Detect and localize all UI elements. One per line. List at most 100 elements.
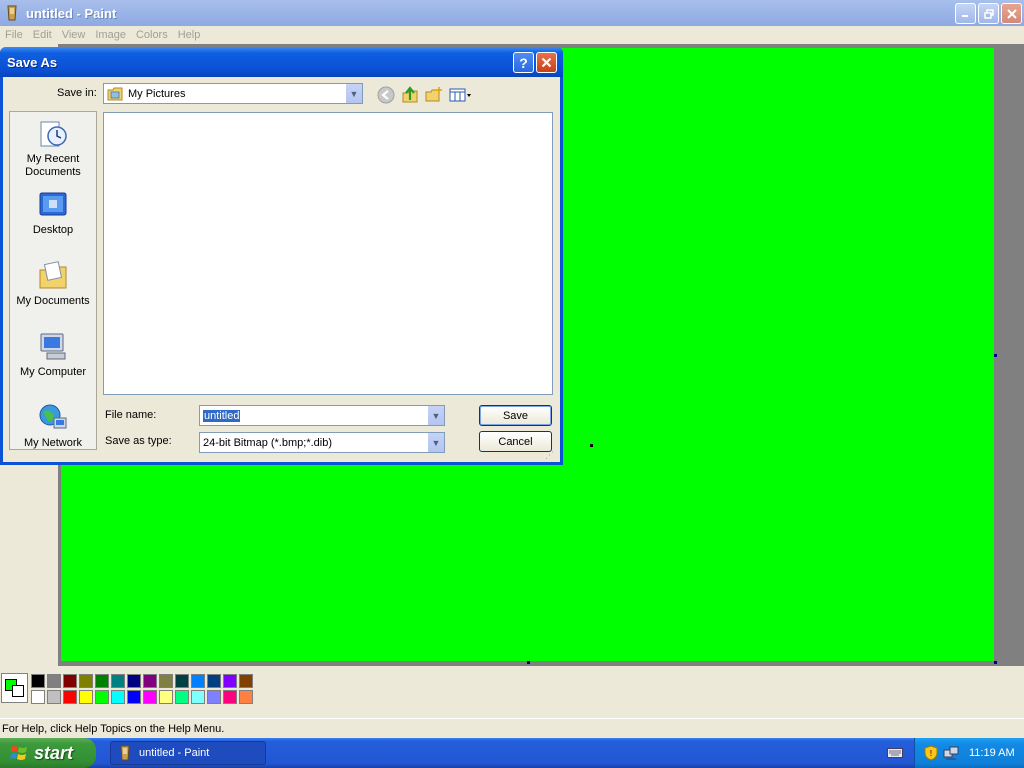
resize-grip-icon[interactable]: ⋰ [545,450,557,462]
palette-color-swatch[interactable] [207,674,221,688]
back-arrow-icon [377,86,395,104]
status-text: For Help, click Help Topics on the Help … [2,722,225,735]
palette-color-swatch[interactable] [175,674,189,688]
save-in-dropdown[interactable]: My Pictures ▼ [103,83,363,104]
view-menu-icon [449,88,471,102]
dialog-help-button[interactable]: ? [513,52,534,73]
place-label: Documents [25,166,81,178]
palette-color-swatch[interactable] [127,690,141,704]
place-label: My Network [23,437,83,449]
chevron-down-icon[interactable]: ▼ [427,406,444,425]
back-button[interactable] [376,85,396,105]
file-name-label: File name: [105,409,157,421]
paint-menu-bar: File Edit View Image Colors Help [0,26,1024,44]
menu-edit[interactable]: Edit [28,29,57,41]
palette-color-swatch[interactable] [31,690,45,704]
my-computer-icon [36,330,70,364]
save-in-label: Save in: [57,87,97,99]
close-button[interactable] [1001,3,1022,24]
status-bar: For Help, click Help Topics on the Help … [0,718,1024,738]
paint-title-bar: untitled - Paint [0,0,1024,26]
palette-color-swatch[interactable] [111,690,125,704]
palette-color-swatch[interactable] [191,674,205,688]
my-network-icon [36,401,70,435]
menu-view[interactable]: View [57,29,91,41]
palette-color-swatch[interactable] [175,690,189,704]
view-menu-button[interactable] [448,85,474,105]
palette-color-swatch[interactable] [239,690,253,704]
place-my-computer[interactable]: My Computer [9,330,97,379]
desktop-icon [36,188,70,222]
menu-file[interactable]: File [0,29,28,41]
keyboard-icon[interactable] [887,746,903,760]
minimize-button[interactable] [955,3,976,24]
palette-color-swatch[interactable] [223,690,237,704]
place-my-documents[interactable]: My Documents [9,259,97,308]
chevron-down-icon[interactable]: ▼ [345,84,362,103]
place-label: My Recent [26,153,80,165]
restore-button[interactable] [978,3,999,24]
palette-color-swatch[interactable] [191,690,205,704]
taskbar-item-label: untitled - Paint [139,747,210,759]
network-connection-icon[interactable] [943,745,959,761]
dialog-title-bar: Save As [0,47,563,77]
palette-color-swatch[interactable] [63,690,77,704]
clock: 11:19 AM [969,747,1015,759]
up-one-level-button[interactable] [400,85,420,105]
palette-color-swatch[interactable] [143,674,157,688]
file-list-view[interactable] [103,112,553,395]
canvas-resize-handle-bottom[interactable] [527,661,530,664]
close-icon [541,57,552,68]
restore-icon [983,8,994,19]
place-desktop[interactable]: Desktop [9,188,97,237]
cancel-button[interactable]: Cancel [479,431,552,452]
taskbar-item-paint[interactable]: untitled - Paint [110,741,266,765]
new-folder-button[interactable] [424,85,444,105]
save-as-type-label: Save as type: [105,435,172,447]
palette-color-swatch[interactable] [207,690,221,704]
color-palette [30,673,254,705]
palette-color-swatch[interactable] [239,674,253,688]
up-folder-icon [402,86,418,103]
palette-color-swatch[interactable] [47,674,61,688]
canvas-pixel-mark [590,444,593,447]
save-as-type-dropdown[interactable]: 24-bit Bitmap (*.bmp;*.dib) ▼ [199,432,445,453]
background-color [12,685,24,697]
chevron-down-icon[interactable]: ▼ [427,433,444,452]
paint-window-title: untitled - Paint [26,5,117,21]
palette-color-swatch[interactable] [79,674,93,688]
place-label: My Documents [16,295,90,307]
my-documents-icon [36,259,70,293]
palette-color-swatch[interactable] [223,674,237,688]
palette-color-swatch[interactable] [143,690,157,704]
palette-color-swatch[interactable] [79,690,93,704]
new-folder-icon [425,87,442,102]
palette-color-swatch[interactable] [127,674,141,688]
place-my-recent-documents[interactable]: My Recent Documents [9,117,97,179]
menu-colors[interactable]: Colors [131,29,173,41]
palette-color-swatch[interactable] [31,674,45,688]
canvas-resize-handle-corner[interactable] [994,661,997,664]
my-pictures-folder-icon [107,86,125,102]
palette-color-swatch[interactable] [111,674,125,688]
canvas-resize-handle-right[interactable] [994,354,997,357]
save-button[interactable]: Save [479,405,552,426]
dialog-close-button[interactable] [536,52,557,73]
place-my-network[interactable]: My Network [9,401,97,450]
recent-documents-icon [36,117,70,151]
palette-color-swatch[interactable] [95,690,109,704]
dialog-title: Save As [7,54,58,70]
file-name-input[interactable]: untitled ▼ [199,405,445,426]
paint-app-icon [120,745,130,761]
close-icon [1006,8,1017,19]
palette-color-swatch[interactable] [159,674,173,688]
security-shield-icon[interactable]: ! [923,745,939,761]
palette-color-swatch[interactable] [63,674,77,688]
palette-color-swatch[interactable] [95,674,109,688]
place-label: Desktop [32,224,74,236]
menu-image[interactable]: Image [90,29,131,41]
palette-color-swatch[interactable] [47,690,61,704]
start-button[interactable]: start [0,738,96,768]
palette-color-swatch[interactable] [159,690,173,704]
menu-help[interactable]: Help [173,29,206,41]
